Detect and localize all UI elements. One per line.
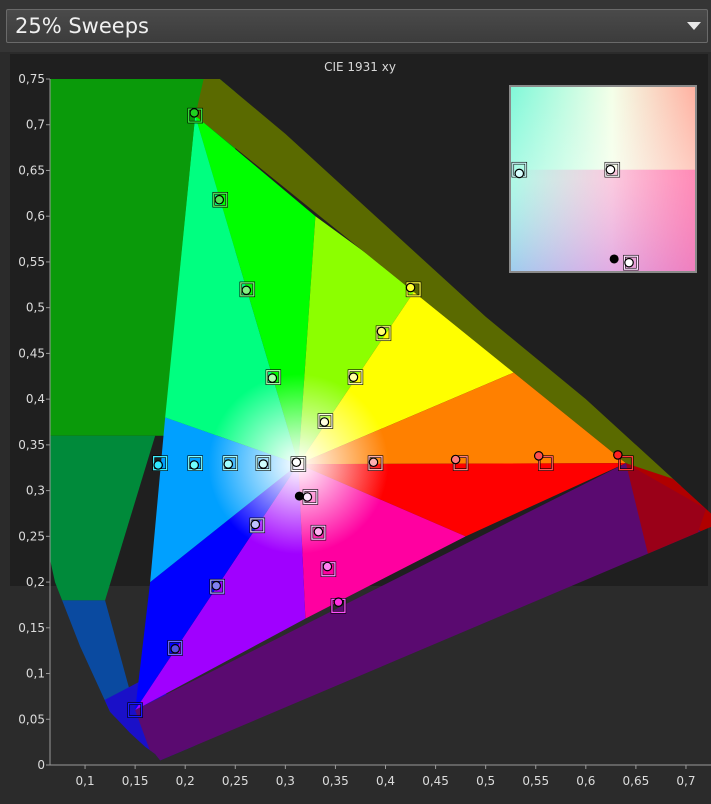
x-tick-labels: 0,1 0,15 0,2 0,25 0,3 0,35 0,4 0,45 0,5 0,55 0,6 0,… bbox=[76, 765, 696, 788]
inset-measured-point bbox=[605, 164, 616, 175]
y-tick-label: 0,5 bbox=[26, 301, 45, 315]
inset-measured-point bbox=[624, 257, 634, 268]
measured-point bbox=[533, 451, 544, 461]
y-tick-label: 0,75 bbox=[18, 72, 45, 86]
chart-title: CIE 1931 xy bbox=[324, 60, 396, 74]
measured-point bbox=[348, 372, 359, 382]
y-tick-label: 0,65 bbox=[18, 163, 45, 177]
x-tick-label: 0,4 bbox=[376, 774, 395, 788]
x-tick-label: 0,45 bbox=[422, 774, 449, 788]
measured-point bbox=[241, 285, 252, 296]
y-tick-label: 0,1 bbox=[26, 667, 45, 681]
y-tick-label: 0 bbox=[37, 758, 45, 772]
y-tick-label: 0,35 bbox=[18, 438, 45, 452]
measured-point bbox=[291, 457, 302, 468]
y-tick-label: 0,05 bbox=[18, 712, 45, 726]
toolbar: 25% Sweeps bbox=[0, 0, 711, 52]
x-tick-label: 0,5 bbox=[476, 774, 495, 788]
measured-point bbox=[450, 454, 461, 465]
measured-point bbox=[189, 460, 200, 470]
measured-point bbox=[170, 644, 180, 654]
measured-point bbox=[319, 417, 330, 427]
white-point-dot bbox=[294, 491, 304, 501]
y-tick-label: 0,55 bbox=[18, 255, 45, 269]
preset-dropdown[interactable]: 25% Sweeps bbox=[6, 9, 708, 43]
y-tick-label: 0,45 bbox=[18, 346, 45, 360]
measured-point bbox=[250, 519, 261, 530]
measured-point bbox=[376, 326, 387, 337]
x-tick-label: 0,15 bbox=[122, 774, 149, 788]
y-tick-label: 0,3 bbox=[26, 484, 45, 498]
x-tick-label: 0,25 bbox=[222, 774, 249, 788]
x-tick-label: 0,1 bbox=[76, 774, 95, 788]
x-tick-label: 0,3 bbox=[276, 774, 295, 788]
zoom-inset[interactable] bbox=[509, 85, 697, 273]
measured-point bbox=[189, 108, 200, 118]
measured-point bbox=[153, 460, 163, 470]
x-tick-label: 0,65 bbox=[623, 774, 650, 788]
x-tick-label: 0,35 bbox=[322, 774, 349, 788]
measured-point bbox=[613, 450, 623, 460]
cie-chart: CIE 1931 xy 00,050,10,150,20,250,30,350,… bbox=[18, 60, 711, 788]
measured-point bbox=[368, 457, 379, 468]
x-tick-label: 0,2 bbox=[176, 774, 195, 788]
y-tick-labels: 0 0,05 0,1 0,15 0,2 0,25 0,3 0,35 0,4 0,45 0,5 0,55… bbox=[18, 72, 50, 772]
measured-point bbox=[333, 597, 344, 607]
y-tick-label: 0,2 bbox=[26, 575, 45, 589]
preset-dropdown-value: 25% Sweeps bbox=[15, 14, 149, 38]
y-tick-label: 0,15 bbox=[18, 621, 45, 635]
measured-point bbox=[405, 282, 416, 293]
inset-white-point-dot bbox=[609, 254, 619, 264]
measured-point bbox=[302, 492, 313, 502]
y-tick-label: 0,4 bbox=[26, 392, 45, 406]
x-tick-label: 0,55 bbox=[522, 774, 549, 788]
measured-point bbox=[211, 580, 222, 591]
y-tick-label: 0,7 bbox=[26, 118, 45, 132]
inset-measured-point bbox=[514, 168, 525, 179]
measured-point bbox=[223, 459, 234, 469]
measured-point bbox=[313, 526, 324, 537]
x-tick-label: 0,6 bbox=[576, 774, 595, 788]
measured-point bbox=[267, 373, 278, 383]
y-tick-label: 0,6 bbox=[26, 209, 45, 223]
x-tick-label: 0,7 bbox=[676, 774, 695, 788]
y-tick-label: 0,25 bbox=[18, 529, 45, 543]
measured-point bbox=[214, 194, 225, 205]
measured-point bbox=[322, 561, 333, 572]
measured-point bbox=[258, 459, 269, 469]
chevron-down-icon[interactable] bbox=[687, 22, 701, 30]
